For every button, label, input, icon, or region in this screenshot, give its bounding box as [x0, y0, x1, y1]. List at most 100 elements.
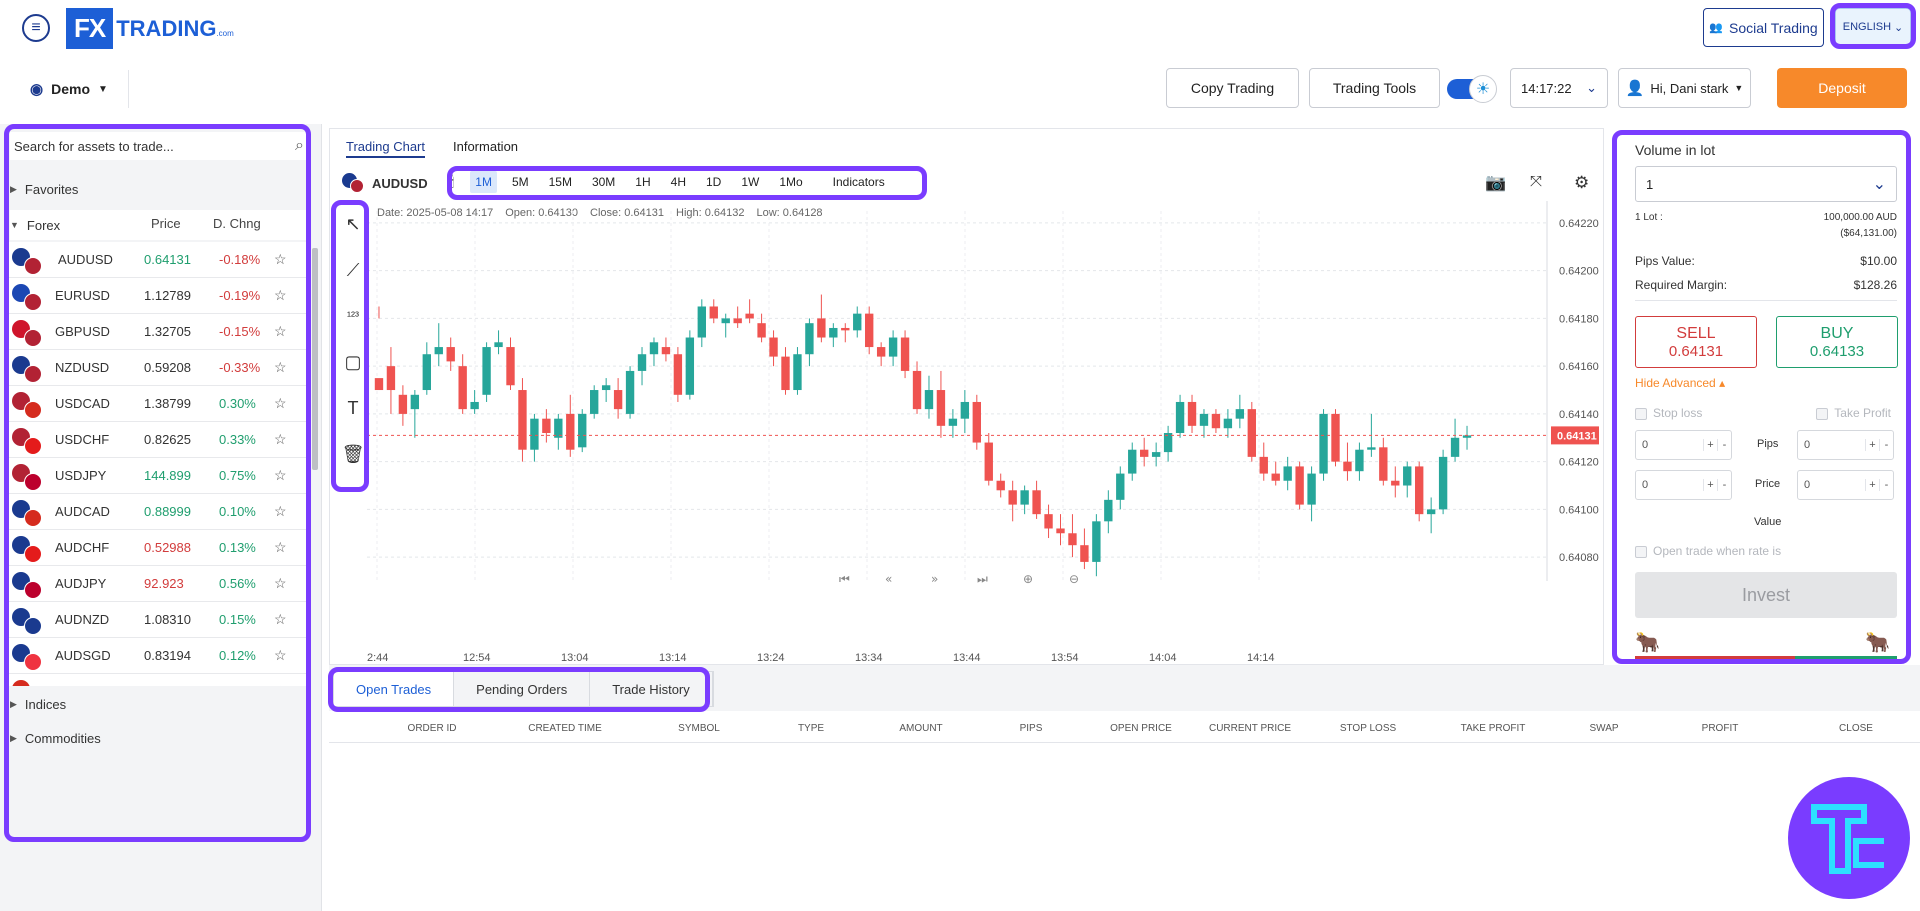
candle-body	[1307, 473, 1316, 505]
candle-body	[829, 327, 838, 338]
candle-body	[1020, 490, 1029, 505]
candle-body	[542, 418, 551, 433]
clock-select[interactable]: 14:17:22 ⌄	[1510, 68, 1608, 108]
rewind-icon[interactable]: «	[885, 572, 892, 586]
scrollbar[interactable]	[312, 248, 318, 470]
candle-body	[673, 354, 683, 395]
gear-icon[interactable]: ⚙	[1574, 173, 1589, 193]
account-mode-selector[interactable]: ◉ Demo ▼	[30, 80, 108, 98]
copy-trading-button[interactable]: Copy Trading	[1166, 68, 1299, 108]
candle-body	[649, 342, 659, 355]
candle-body	[613, 390, 623, 410]
candle-body	[1235, 409, 1245, 419]
zoom-out-icon[interactable]: ⊖	[1069, 572, 1079, 586]
deposit-button[interactable]: Deposit	[1777, 68, 1907, 108]
trading-tools-button[interactable]: Trading Tools	[1309, 68, 1440, 108]
candle-body	[530, 418, 539, 450]
user-greeting: Hi, Dani stark	[1650, 80, 1729, 96]
candle-body	[1403, 466, 1412, 486]
logo-fx: FX	[66, 8, 114, 49]
candle-body	[1104, 499, 1113, 522]
x-tick-label: 14:04	[1149, 652, 1177, 663]
y-tick-label: 0.64120	[1559, 457, 1599, 469]
candle-body	[1438, 456, 1448, 510]
candle-body	[697, 306, 706, 338]
highlight-box	[1612, 130, 1911, 664]
x-tick-label: 13:04	[561, 652, 589, 663]
symbol-header[interactable]: AUDUSD	[342, 173, 428, 193]
tc-logo-icon	[1811, 804, 1884, 874]
y-tick-label: 0.64180	[1559, 313, 1599, 325]
candle-body	[398, 394, 408, 414]
price-chart[interactable]: 0.64220 0.64200 0.64180 0.64160 0.64140 0.641…	[367, 201, 1603, 663]
first-icon[interactable]: ⏮	[839, 572, 850, 586]
symbol-label: AUDUSD	[372, 175, 428, 191]
column-header: PROFIT	[1701, 723, 1739, 734]
candle-body	[924, 390, 934, 410]
candle-body	[374, 378, 384, 391]
candle-body	[1379, 447, 1388, 481]
column-header: CURRENT PRICE	[1208, 723, 1292, 734]
caret-down-icon: ▼	[1734, 83, 1744, 93]
user-icon: 👤	[1625, 80, 1645, 97]
candle-body	[912, 370, 922, 410]
caret-down-icon: ▼	[98, 83, 108, 95]
candle-body	[1080, 545, 1089, 562]
candle-body	[1271, 473, 1280, 481]
column-header: TAKE PROFIT	[1460, 723, 1526, 734]
candle-body	[888, 337, 898, 357]
candle-body	[1343, 461, 1352, 472]
candle-body	[1008, 490, 1017, 505]
logo[interactable]: FX TRADING .com	[66, 8, 234, 49]
social-trading-button[interactable]: 👥 Social Trading	[1703, 8, 1824, 47]
candle-body	[422, 354, 431, 391]
chevron-down-icon: ⌄	[1586, 80, 1597, 95]
candle-body	[972, 401, 981, 443]
candle-body	[1319, 413, 1328, 474]
tab-information[interactable]: Information	[453, 139, 518, 158]
candle-body	[793, 354, 802, 391]
candle-body	[590, 390, 599, 414]
tab-trading-chart[interactable]: Trading Chart	[346, 139, 425, 158]
column-header: CREATED TIME	[528, 723, 602, 734]
candle-body	[936, 390, 946, 426]
hamburger-menu-icon[interactable]: ≡	[22, 14, 50, 42]
candle-body	[434, 347, 443, 355]
candle-body	[518, 390, 527, 450]
last-icon[interactable]: ⏭	[977, 572, 988, 586]
candle-body	[841, 327, 850, 331]
watermark-logo	[1788, 777, 1910, 899]
header: ≡ FX TRADING .com 👥 Social Trading ENGLI…	[0, 0, 1920, 120]
flag-icon	[342, 173, 364, 193]
candle-body	[1391, 480, 1400, 486]
candle-body	[1247, 409, 1256, 457]
logo-text: TRADING	[116, 15, 217, 41]
zoom-in-icon[interactable]: ⊕	[1023, 572, 1033, 586]
camera-icon[interactable]: 📷	[1485, 173, 1506, 193]
user-menu[interactable]: 👤 Hi, Dani stark ▼	[1618, 68, 1751, 108]
clock-time: 14:17:22	[1521, 80, 1572, 96]
candle-body	[494, 342, 503, 348]
candle-body	[458, 366, 467, 410]
candle-body	[1355, 449, 1364, 472]
candle-body	[876, 347, 886, 357]
candle-body	[1187, 401, 1197, 426]
candle-body	[781, 356, 790, 391]
divider	[128, 70, 129, 108]
candle-body	[1032, 490, 1041, 515]
fullscreen-icon[interactable]: ⤧	[1530, 173, 1542, 190]
forward-icon[interactable]: »	[931, 572, 938, 586]
candle-body	[709, 306, 718, 319]
candle-body	[661, 347, 671, 355]
y-tick-label: 0.64140	[1559, 409, 1599, 421]
candle-body	[721, 318, 730, 324]
candle-body	[446, 347, 455, 362]
candle-body	[817, 318, 826, 338]
theme-toggle[interactable]: ☀	[1447, 75, 1497, 103]
column-header: ORDER ID	[407, 723, 457, 734]
candle-body	[1044, 514, 1053, 529]
candle-body	[1259, 456, 1268, 474]
candle-body	[601, 385, 611, 391]
column-header: OPEN PRICE	[1110, 723, 1172, 734]
column-header: TYPE	[797, 723, 825, 734]
